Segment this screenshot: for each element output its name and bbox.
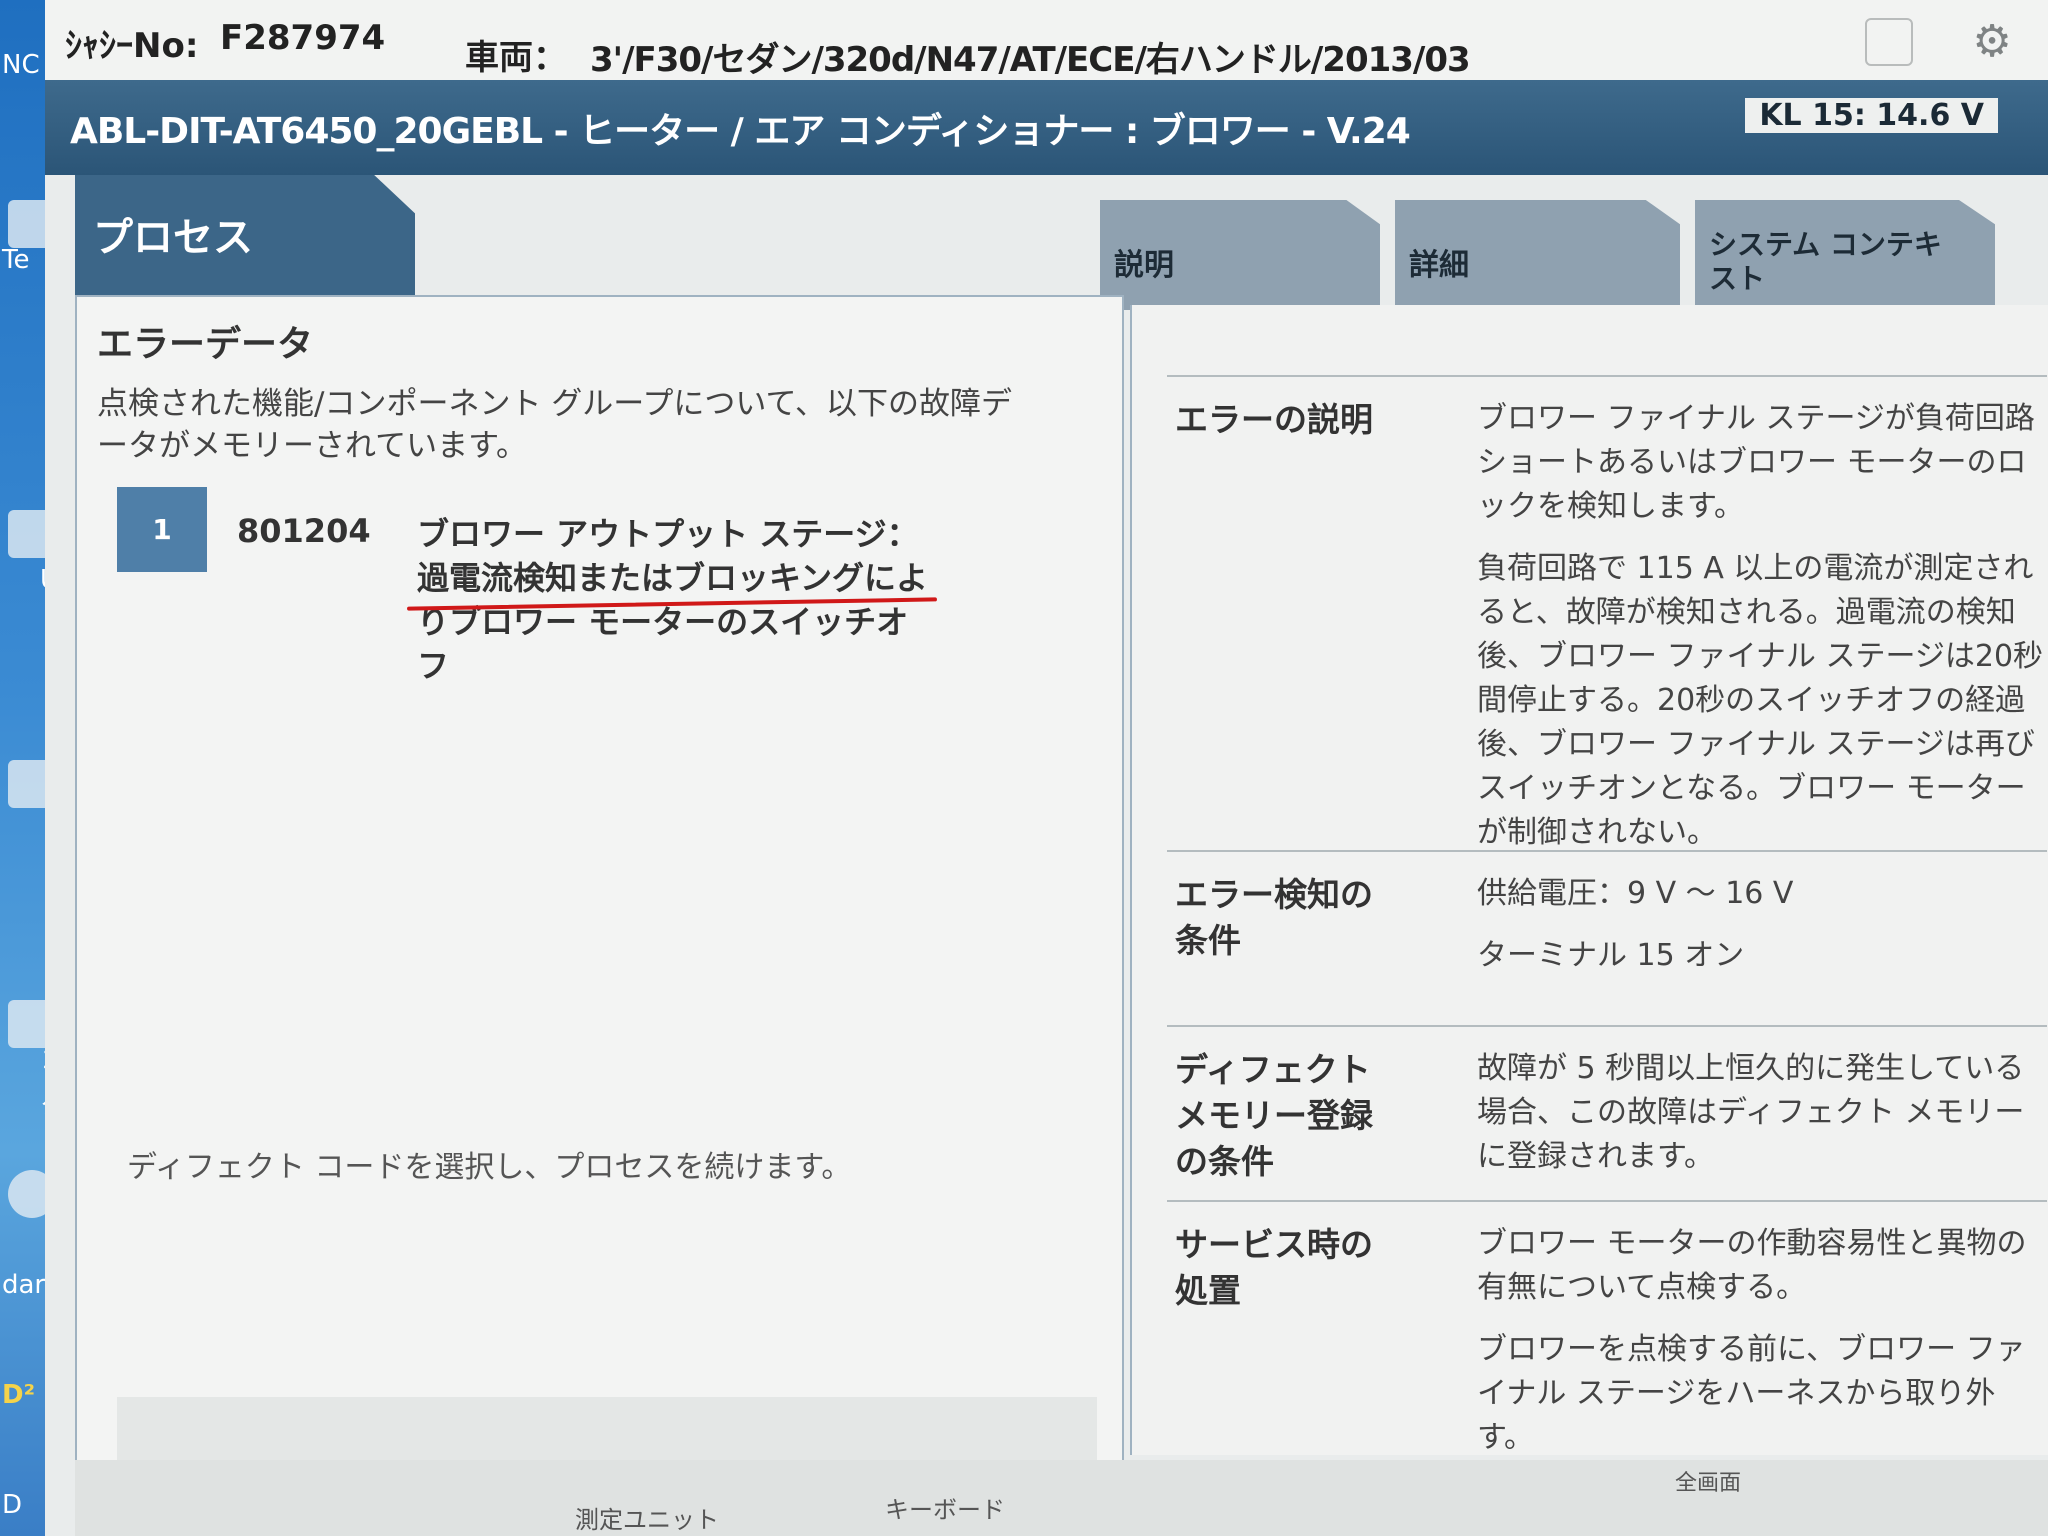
memory-entry-conditions-value: 故障が 5 秒間以上恒久的に発生している場合、この故障はディフェクト メモリーに… xyxy=(1477,1047,2047,1197)
program-title-bar: ABL-DIT-AT6450_20GEBL - ヒーター / エア コンディショ… xyxy=(45,80,2048,175)
tab-system-context-label: システム コンテキスト xyxy=(1709,228,1942,295)
error-description-row: エラーの説明 ブロワー ファイナル ステージが負荷回路ショートあるいはブロワー … xyxy=(1167,375,2047,850)
service-action-label: サービス時の処置 xyxy=(1175,1225,1373,1310)
error-data-intro: 点検された機能/コンポーネント グループについて、以下の故障データがメモリーされ… xyxy=(97,386,1012,464)
fault-code: 801204 xyxy=(237,512,371,550)
tab-system-context[interactable]: システム コンテキスト xyxy=(1695,200,1995,310)
tab-description-label: 説明 xyxy=(1114,248,1174,283)
tab-description[interactable]: 説明 xyxy=(1100,200,1380,310)
error-description-text: 負荷回路で 115 A 以上の電流が測定されると、故障が検知される。過電流の検知… xyxy=(1477,551,2044,850)
select-fault-hint: ディフェクト コードを選択し、プロセスを続けます。 xyxy=(127,1150,852,1185)
service-action-text: ブロワーを点検する前に、ブロワー ファイナル ステージをハーネスから取り外す。 xyxy=(1477,1332,2026,1455)
service-action-value: ブロワー モーターの作動容易性と異物の有無について点検する。 ブロワーを点検する… xyxy=(1477,1222,2047,1478)
error-data-heading: エラーデータ xyxy=(97,324,314,365)
window-icon[interactable] xyxy=(1865,18,1913,66)
desktop-label: NC xyxy=(2,50,40,80)
measure-unit-button[interactable]: 測定ユニット xyxy=(575,1500,719,1535)
tab-details[interactable]: 詳細 xyxy=(1395,200,1680,310)
bottom-toolbar: 測定ユニット キーボード 全画面 xyxy=(75,1460,2048,1536)
error-data-pane: エラーデータ 点検された機能/コンポーネント グループについて、以下の故障データ… xyxy=(75,295,1124,1499)
desktop-label: dar xyxy=(2,1270,46,1300)
chassis-number-label: ｼｬｼｰNo: xyxy=(65,26,199,66)
detection-condition-text: 供給電圧：9 V ～ 16 V xyxy=(1477,876,1794,911)
fault-detail-pane: エラーの説明 ブロワー ファイナル ステージが負荷回路ショートあるいはブロワー … xyxy=(1130,305,2048,1455)
chassis-number-value: F287974 xyxy=(220,18,386,58)
desktop-label: D xyxy=(2,1490,23,1520)
service-action-row: サービス時の処置 ブロワー モーターの作動容易性と異物の有無について点検する。 … xyxy=(1167,1200,2047,1455)
gear-icon[interactable]: ⚙ xyxy=(1970,20,2014,64)
left-pane-bottom-area xyxy=(117,1397,1097,1467)
terminal-voltage-readout: KL 15: 14.6 V xyxy=(1745,98,1998,133)
memory-entry-condition-text: 故障が 5 秒間以上恒久的に発生している場合、この故障はディフェクト メモリーに… xyxy=(1477,1051,2025,1174)
program-title: ABL-DIT-AT6450_20GEBL - ヒーター / エア コンディショ… xyxy=(70,111,1411,152)
tab-process-label: プロセス xyxy=(93,215,253,261)
service-action-text: ブロワー モーターの作動容易性と異物の有無について点検する。 xyxy=(1477,1226,2027,1305)
detection-condition-text: ターミナル 15 オン xyxy=(1477,938,1745,973)
memory-entry-conditions-row: ディフェクト メモリー登録の条件 故障が 5 秒間以上恒久的に発生している場合、… xyxy=(1167,1025,2047,1197)
vehicle-value: 3'/F30/セダン/320d/N47/AT/ECE/右ハンドル/2013/03 xyxy=(590,40,1471,80)
error-description-text: ブロワー ファイナル ステージが負荷回路ショートあるいはブロワー モーターのロッ… xyxy=(1477,401,2035,524)
desktop-label: Te xyxy=(2,245,30,275)
vehicle-info-bar: ｼｬｼｰNo: F287974 車両： 3'/F30/セダン/320d/N47/… xyxy=(45,0,2048,82)
tab-details-label: 詳細 xyxy=(1409,248,1469,283)
memory-entry-conditions-label: ディフェクト メモリー登録の条件 xyxy=(1175,1050,1373,1181)
detection-conditions-value: 供給電圧：9 V ～ 16 V ターミナル 15 オン xyxy=(1477,872,2047,996)
detection-conditions-row: エラー検知の条件 供給電圧：9 V ～ 16 V ターミナル 15 オン xyxy=(1167,850,2047,1022)
fault-list-item[interactable]: 1 801204 ブロワー アウトプット ステージ：過電流検知またはブロッキング… xyxy=(117,487,1077,685)
full-screen-button[interactable]: 全画面 xyxy=(1675,1465,1741,1497)
desktop-label: D² xyxy=(2,1380,35,1410)
error-description-label: エラーの説明 xyxy=(1175,400,1373,439)
vehicle-label: 車両： xyxy=(465,38,567,78)
keyboard-button[interactable]: キーボード xyxy=(885,1490,1005,1525)
tab-process[interactable]: プロセス xyxy=(75,175,415,295)
detection-conditions-label: エラー検知の条件 xyxy=(1175,875,1373,960)
fault-index-badge: 1 xyxy=(117,487,207,572)
diagnosis-app-window: ｼｬｼｰNo: F287974 車両： 3'/F30/セダン/320d/N47/… xyxy=(45,0,2048,1536)
error-description-value: ブロワー ファイナル ステージが負荷回路ショートあるいはブロワー モーターのロッ… xyxy=(1477,397,2047,873)
